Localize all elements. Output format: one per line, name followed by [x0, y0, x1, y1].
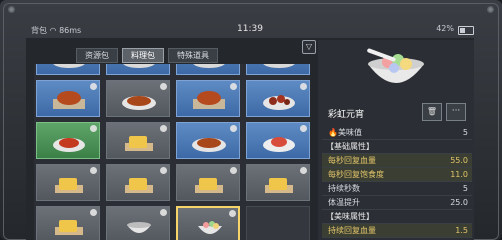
- bread-icon: [195, 178, 223, 193]
- item-title: 彩虹元宵: [328, 110, 365, 120]
- trash-icon: 🗑: [426, 107, 438, 116]
- attribute-row: 【基础属性】: [322, 140, 472, 154]
- attribute-label: 【基础属性】: [326, 142, 374, 151]
- roast-meat-icon: [53, 91, 85, 109]
- item-slot[interactable]: [246, 122, 310, 159]
- attribute-row: 每秒回复饱食度 11.0: [322, 168, 472, 182]
- attribute-value: 25.0: [450, 198, 468, 207]
- item-slot[interactable]: [176, 122, 240, 159]
- dish-icon: [193, 64, 225, 68]
- item-tag-icon: [230, 167, 237, 174]
- attribute-label: 每秒回复饱食度: [328, 170, 384, 179]
- rainbow-tangyuan-image: [367, 48, 424, 83]
- item-tag-icon: [90, 209, 97, 216]
- bread-icon: [265, 178, 293, 193]
- item-slot[interactable]: [246, 164, 310, 201]
- sort-button[interactable]: ▽: [302, 40, 316, 54]
- bread-icon: [125, 136, 153, 151]
- grilled-fish-icon: [122, 96, 156, 110]
- attribute-list: 🔥美味值 5 【基础属性】 每秒回复血量 55.0 每秒回复饱食度 11.0 持续秒数 5 体温提…: [322, 126, 472, 238]
- attribute-value: 55.0: [450, 156, 468, 165]
- roast-meat-icon: [193, 91, 225, 109]
- grilled-fish-icon: [192, 138, 226, 152]
- item-tag-icon: [300, 83, 307, 90]
- tab-bar: 资源包 料理包 特殊道具: [76, 48, 218, 63]
- item-tag-icon: [230, 83, 237, 90]
- item-slot[interactable]: [106, 206, 170, 240]
- dessert-plate-icon: [263, 137, 295, 152]
- pasta-icon: [53, 138, 85, 152]
- item-tag-icon: [160, 209, 167, 216]
- item-slot[interactable]: [106, 64, 170, 75]
- item-slot-selected[interactable]: [176, 206, 240, 240]
- empty-slot[interactable]: [246, 206, 310, 240]
- item-tag-icon: [230, 125, 237, 132]
- item-slot[interactable]: [106, 164, 170, 201]
- item-tag-icon: [90, 83, 97, 90]
- item-slot[interactable]: [36, 122, 100, 159]
- dish-icon: [263, 64, 295, 68]
- delete-button[interactable]: 🗑: [422, 103, 442, 121]
- item-slot[interactable]: [246, 64, 310, 75]
- tab-special-items[interactable]: 特殊道具: [168, 48, 218, 63]
- dish-icon: [53, 64, 85, 68]
- bowl-icon: [127, 222, 151, 233]
- bread-icon: [55, 220, 83, 235]
- item-tag-icon: [160, 167, 167, 174]
- battery-level: [460, 28, 465, 33]
- item-tag-icon: [90, 167, 97, 174]
- item-tag-icon: [300, 125, 307, 132]
- attribute-row: 🔥美味值 5: [322, 126, 472, 140]
- item-tag-icon: [300, 167, 307, 174]
- item-slot[interactable]: [176, 164, 240, 201]
- item-tag-icon: [160, 83, 167, 90]
- attribute-row: 持续秒数 5: [322, 182, 472, 196]
- attribute-value: 11.0: [450, 170, 468, 179]
- item-slot[interactable]: [36, 206, 100, 240]
- attribute-value: 1.5: [455, 226, 468, 235]
- attribute-value: 5: [462, 184, 468, 193]
- attribute-label: 持续回复血量: [328, 226, 376, 235]
- attribute-row: 每秒回复血量 55.0: [322, 154, 472, 168]
- attribute-row: 体温提升 25.0: [322, 196, 472, 210]
- bread-icon: [125, 178, 153, 193]
- attribute-label: 每秒回复血量: [328, 156, 376, 165]
- item-tag-icon: [90, 125, 97, 132]
- screw-icon: [487, 6, 494, 13]
- attribute-label: 体温提升: [328, 198, 360, 207]
- item-tag-icon: [160, 125, 167, 132]
- attribute-label: 持续秒数: [328, 184, 360, 193]
- meatball-plate-icon: [263, 95, 295, 110]
- more-button[interactable]: ···: [446, 103, 466, 121]
- item-slot[interactable]: [106, 80, 170, 117]
- attribute-row: 【美味属性】: [322, 210, 472, 224]
- attribute-row: 持续回复血量 1.5: [322, 224, 472, 238]
- attribute-value: 5: [462, 128, 468, 137]
- rainbow-tangyuan-icon: [198, 221, 222, 234]
- item-detail-panel: 彩虹元宵 🗑 ··· 🔥美味值 5 【基础属性】 每秒回复血量 55.0 每秒回复饱食度 1…: [318, 40, 474, 240]
- dish-icon: [123, 64, 155, 68]
- battery-icon: [458, 26, 474, 35]
- item-grid: [34, 64, 310, 240]
- item-slot[interactable]: [106, 122, 170, 159]
- status-time: 11:39: [237, 24, 263, 34]
- screw-icon: [8, 6, 15, 13]
- attribute-label: 【美味属性】: [326, 212, 374, 221]
- tab-resource-pack[interactable]: 资源包: [76, 48, 118, 63]
- sort-icon: ▽: [305, 42, 313, 51]
- item-tag-icon: [229, 210, 236, 217]
- attribute-label: 🔥美味值: [328, 128, 362, 137]
- tab-cooking-pack[interactable]: 料理包: [122, 48, 164, 63]
- item-slot[interactable]: [246, 80, 310, 117]
- battery-percent: 42%: [436, 24, 454, 33]
- status-bar: 背包 ◠ 86ms 11:39 42%: [26, 23, 474, 37]
- bread-icon: [55, 178, 83, 193]
- item-slot[interactable]: [176, 64, 240, 75]
- item-slot[interactable]: [176, 80, 240, 117]
- item-slot[interactable]: [36, 164, 100, 201]
- item-slot[interactable]: [36, 80, 100, 117]
- item-slot[interactable]: [36, 64, 100, 75]
